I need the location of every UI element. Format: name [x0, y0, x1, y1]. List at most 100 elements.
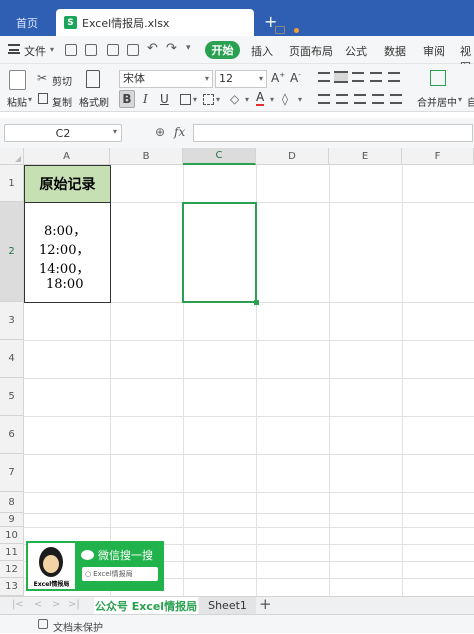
indent-icon[interactable]	[390, 94, 402, 104]
font-name-select[interactable]: 宋体 ▾	[119, 70, 213, 88]
document-tab[interactable]: S Excel情报局.xlsx	[56, 9, 299, 36]
cell-style-icon[interactable]	[203, 94, 214, 105]
row-header-5[interactable]: 5	[0, 378, 24, 416]
font-color-chevron-icon[interactable]: ▾	[270, 95, 274, 104]
row-header-10[interactable]: 10	[0, 527, 24, 544]
fill-handle[interactable]	[254, 300, 259, 305]
copy-icon[interactable]	[38, 93, 48, 104]
redo-icon[interactable]: ↷	[166, 41, 177, 56]
style-chevron-icon[interactable]: ▾	[216, 95, 220, 104]
column-header-e[interactable]: E	[329, 148, 402, 165]
menu-formulas[interactable]: 公式	[345, 43, 367, 59]
italic-button[interactable]: I	[143, 92, 148, 106]
align-top-icon[interactable]	[318, 72, 330, 82]
chevron-down-icon: ▾	[112, 127, 117, 136]
format-painter-button[interactable]: 格式刷	[79, 94, 109, 109]
row-header-8[interactable]: 8	[0, 492, 24, 513]
eraser-chevron-icon[interactable]: ▾	[298, 95, 302, 104]
align-middle-icon[interactable]	[334, 71, 348, 83]
new-tab-button[interactable]: +	[264, 12, 277, 31]
print-preview-icon[interactable]	[127, 44, 139, 56]
sheet-tab-active[interactable]: 公众号 Excel情报局	[94, 597, 198, 614]
name-box[interactable]: C2 ▾	[4, 124, 122, 142]
column-header-b[interactable]: B	[110, 148, 183, 165]
spreadsheet-grid[interactable]: A B C D E F 1 2 3 4 5 6 7 8 9 10 11 12 1…	[0, 148, 474, 596]
underline-button[interactable]: U	[160, 92, 169, 106]
start-tab[interactable]: 开始	[205, 41, 240, 59]
prev-sheet-icon[interactable]: <	[34, 599, 42, 610]
zoom-icon[interactable]: ⊕	[155, 125, 165, 139]
align-bottom-icon[interactable]	[352, 72, 364, 82]
merge-center-icon[interactable]	[430, 70, 446, 86]
auto-wrap-button[interactable]: 自	[467, 94, 474, 109]
sheet-tab-sheet1[interactable]: Sheet1	[199, 597, 256, 614]
align-left-icon[interactable]	[318, 94, 330, 104]
selected-cell-c2[interactable]	[182, 202, 257, 303]
print-icon[interactable]	[107, 44, 119, 56]
file-menu[interactable]: 文件	[24, 43, 46, 59]
row-header-13[interactable]: 13	[0, 578, 24, 596]
paste-label[interactable]: 粘贴	[7, 94, 27, 109]
font-color-icon[interactable]: A	[256, 91, 265, 106]
decrease-font-icon[interactable]: A-	[290, 71, 301, 85]
eraser-icon[interactable]: ◊	[282, 92, 288, 106]
row-header-11[interactable]: 11	[0, 544, 24, 561]
merge-center-button[interactable]: 合并居中	[417, 94, 457, 109]
copy-button[interactable]: 复制	[52, 94, 72, 109]
export-icon[interactable]	[85, 44, 97, 56]
protect-icon[interactable]	[38, 619, 48, 629]
row-header-9[interactable]: 9	[0, 513, 24, 527]
cell-a1[interactable]: 原始记录	[24, 165, 111, 203]
row-header-6[interactable]: 6	[0, 416, 24, 454]
column-header-c[interactable]: C	[183, 148, 256, 165]
column-header-f[interactable]: F	[402, 148, 474, 165]
row-header-4[interactable]: 4	[0, 340, 24, 378]
column-header-a[interactable]: A	[24, 148, 110, 165]
align-center-icon[interactable]	[336, 94, 348, 104]
sheet-tab-bar: |< < > >| 公众号 Excel情报局 Sheet1 +	[0, 595, 474, 614]
menu-data[interactable]: 数据	[384, 43, 406, 59]
row-header-3[interactable]: 3	[0, 302, 24, 340]
row-header-1[interactable]: 1	[0, 165, 24, 202]
bold-button[interactable]: B	[119, 90, 135, 108]
scissors-icon[interactable]: ✂	[37, 71, 47, 85]
select-all-corner[interactable]	[0, 148, 24, 165]
column-header-d[interactable]: D	[256, 148, 329, 165]
increase-font-icon[interactable]: A+	[271, 71, 285, 85]
fx-icon[interactable]: fx	[174, 125, 185, 139]
row-header-2[interactable]: 2	[0, 202, 24, 302]
orientation-icon[interactable]	[388, 72, 400, 82]
formula-input[interactable]	[193, 124, 473, 142]
more-chevron-icon[interactable]: ▾	[186, 43, 191, 53]
align-right-icon[interactable]	[354, 94, 366, 104]
paste-chevron-icon[interactable]: ▾	[28, 95, 32, 104]
distributed-icon[interactable]	[372, 94, 384, 104]
grid-line	[24, 527, 474, 528]
paste-icon[interactable]	[9, 70, 26, 90]
grid-line	[402, 165, 403, 596]
align-justify-icon[interactable]	[370, 72, 382, 82]
protection-status[interactable]: 文档未保护	[53, 619, 103, 634]
row-header-12[interactable]: 12	[0, 561, 24, 578]
chevron-down-icon[interactable]: ▾	[50, 45, 54, 54]
borders-chevron-icon[interactable]: ▾	[193, 95, 197, 104]
fill-chevron-icon[interactable]: ▾	[245, 95, 249, 104]
undo-icon[interactable]: ↶	[147, 41, 158, 56]
fill-color-icon[interactable]: ◇	[230, 92, 239, 106]
first-sheet-icon[interactable]: |<	[12, 599, 24, 610]
merge-chevron-icon[interactable]: ▾	[458, 95, 462, 104]
menu-page-layout[interactable]: 页面布局	[289, 43, 333, 59]
next-sheet-icon[interactable]: >	[52, 599, 60, 610]
add-sheet-button[interactable]: +	[259, 595, 272, 613]
borders-icon[interactable]	[180, 94, 191, 105]
menu-review[interactable]: 审阅	[423, 43, 445, 59]
font-size-select[interactable]: 12 ▾	[215, 70, 267, 88]
format-painter-icon[interactable]	[86, 70, 100, 88]
row-header-7[interactable]: 7	[0, 454, 24, 492]
cell-a2[interactable]: 8:00， 12:00， 14:00， 18:00	[24, 202, 111, 303]
cut-button[interactable]: 剪切	[52, 73, 72, 88]
menu-insert[interactable]: 插入	[251, 43, 273, 59]
save-icon[interactable]	[65, 44, 77, 56]
last-sheet-icon[interactable]: >|	[68, 599, 80, 610]
home-tab[interactable]: 首页	[0, 9, 54, 36]
